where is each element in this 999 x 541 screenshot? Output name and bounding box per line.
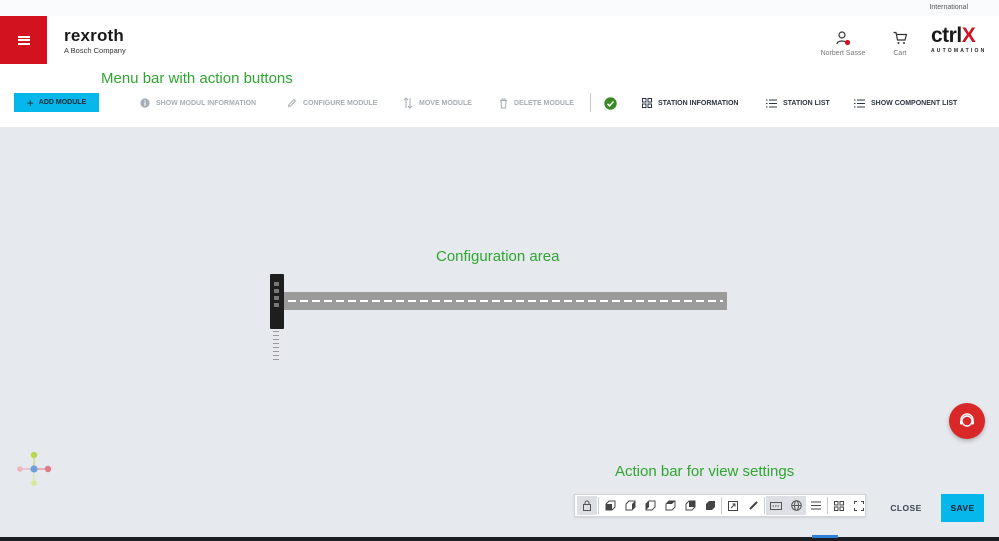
- view-left-icon: [625, 500, 635, 511]
- zoom-fit-icon: [728, 500, 738, 511]
- sphere-view-icon: [790, 500, 802, 511]
- measure-button[interactable]: [743, 496, 763, 515]
- close-button[interactable]: CLOSE: [880, 497, 932, 519]
- taskbar-indicator: [812, 535, 838, 538]
- brand-name: rexroth: [64, 26, 124, 45]
- view-top-button[interactable]: [660, 496, 680, 515]
- view-iso-icon: [705, 501, 715, 510]
- view-action-bar: [574, 494, 866, 517]
- ctrlx-name: ctrl: [931, 24, 962, 47]
- brand-subtitle: A Bosch Company: [64, 46, 126, 55]
- cart-button[interactable]: Cart: [884, 30, 916, 57]
- trash-icon: [500, 98, 507, 108]
- user-icon: [836, 31, 851, 46]
- lock-view-button[interactable]: [577, 496, 597, 515]
- status-indicator: [604, 96, 617, 110]
- show-module-info-button[interactable]: SHOW MODUL INFORMATION: [140, 96, 256, 110]
- module-connector: [270, 329, 284, 363]
- header: rexroth A Bosch Company Norbert Sasse Ca…: [0, 16, 999, 64]
- hamburger-icon: [17, 35, 30, 45]
- fullscreen-icon: [854, 500, 864, 511]
- support-headset-icon: [960, 413, 974, 427]
- plus-icon: +: [26, 95, 34, 110]
- configure-module-label: CONFIGURE MODULE: [303, 99, 378, 107]
- check-circle-icon: [604, 96, 617, 110]
- toolbar-divider: [590, 93, 591, 112]
- top-strip: International: [0, 0, 999, 16]
- din-rail[interactable]: [284, 292, 727, 310]
- action-bar-annotation: Action bar for view settings: [615, 463, 795, 480]
- list-icon: [811, 501, 821, 510]
- rail-dash-line: [288, 300, 723, 302]
- orientation-gizmo[interactable]: [14, 449, 54, 489]
- view-iso-button[interactable]: [700, 496, 720, 515]
- menu-bar: Menu bar with action buttons + ADD MODUL…: [0, 64, 999, 127]
- configure-module-button[interactable]: CONFIGURE MODULE: [287, 96, 377, 110]
- list-icon: [766, 99, 777, 107]
- grid-icon: [834, 500, 844, 511]
- pencil-icon: [287, 98, 297, 108]
- station-list-button[interactable]: STATION LIST: [766, 96, 830, 110]
- view-front-button[interactable]: [600, 496, 620, 515]
- move-module-label: MOVE MODULE: [419, 99, 472, 107]
- ctrlx-accent: X: [961, 24, 976, 47]
- view-front-icon: [605, 500, 615, 511]
- add-module-button[interactable]: + ADD MODULE: [14, 93, 99, 112]
- ctrlx-core-module[interactable]: [270, 274, 284, 329]
- region-link[interactable]: International: [929, 4, 968, 11]
- show-labels-icon: [770, 501, 782, 510]
- support-button[interactable]: [949, 403, 985, 439]
- view-back-icon: [685, 500, 695, 511]
- delete-module-button[interactable]: DELETE MODULE: [499, 96, 574, 110]
- delete-module-label: DELETE MODULE: [514, 99, 574, 107]
- station-information-label: STATION INFORMATION: [658, 99, 739, 107]
- move-module-button[interactable]: MOVE MODULE: [403, 96, 472, 110]
- ctrlx-subtitle: AUTOMATION: [931, 48, 987, 54]
- cart-icon: [893, 31, 908, 44]
- show-component-list-button[interactable]: SHOW COMPONENT LIST: [854, 96, 957, 110]
- view-left-button[interactable]: [620, 496, 640, 515]
- move-arrows-icon: [403, 97, 413, 109]
- brand-logo[interactable]: rexroth A Bosch Company: [64, 27, 126, 55]
- sphere-view-button[interactable]: [786, 496, 806, 515]
- grid-icon: [642, 98, 652, 108]
- view-right-icon: [645, 500, 655, 511]
- axis-gizmo-icon: [17, 451, 52, 486]
- show-module-info-label: SHOW MODUL INFORMATION: [156, 99, 257, 107]
- configuration-area-annotation: Configuration area: [436, 248, 560, 265]
- view-back-button[interactable]: [680, 496, 700, 515]
- cart-label: Cart: [893, 50, 907, 57]
- info-icon: [140, 98, 150, 108]
- grid-view-button[interactable]: [829, 496, 849, 515]
- zoom-fit-button[interactable]: [723, 496, 743, 515]
- add-module-label: ADD MODULE: [38, 99, 87, 106]
- fullscreen-button[interactable]: [849, 496, 869, 515]
- station-information-button[interactable]: STATION INFORMATION: [642, 96, 739, 110]
- show-labels-button[interactable]: [766, 496, 786, 515]
- list-view-button[interactable]: [806, 496, 826, 515]
- view-right-button[interactable]: [640, 496, 660, 515]
- save-button[interactable]: SAVE: [941, 494, 984, 522]
- ctrlx-logo: ctrlX AUTOMATION: [931, 24, 987, 54]
- user-menu[interactable]: Norbert Sasse: [812, 30, 874, 57]
- measure-icon: [748, 501, 758, 510]
- view-top-icon: [665, 500, 675, 511]
- station-list-label: STATION LIST: [783, 99, 830, 107]
- menu-button[interactable]: [0, 16, 47, 64]
- list-icon: [854, 99, 865, 107]
- lock-icon: [583, 500, 591, 511]
- menu-bar-annotation: Menu bar with action buttons: [101, 70, 293, 87]
- show-component-list-label: SHOW COMPONENT LIST: [871, 99, 958, 107]
- taskbar-edge: [0, 537, 999, 541]
- user-name: Norbert Sasse: [820, 50, 866, 57]
